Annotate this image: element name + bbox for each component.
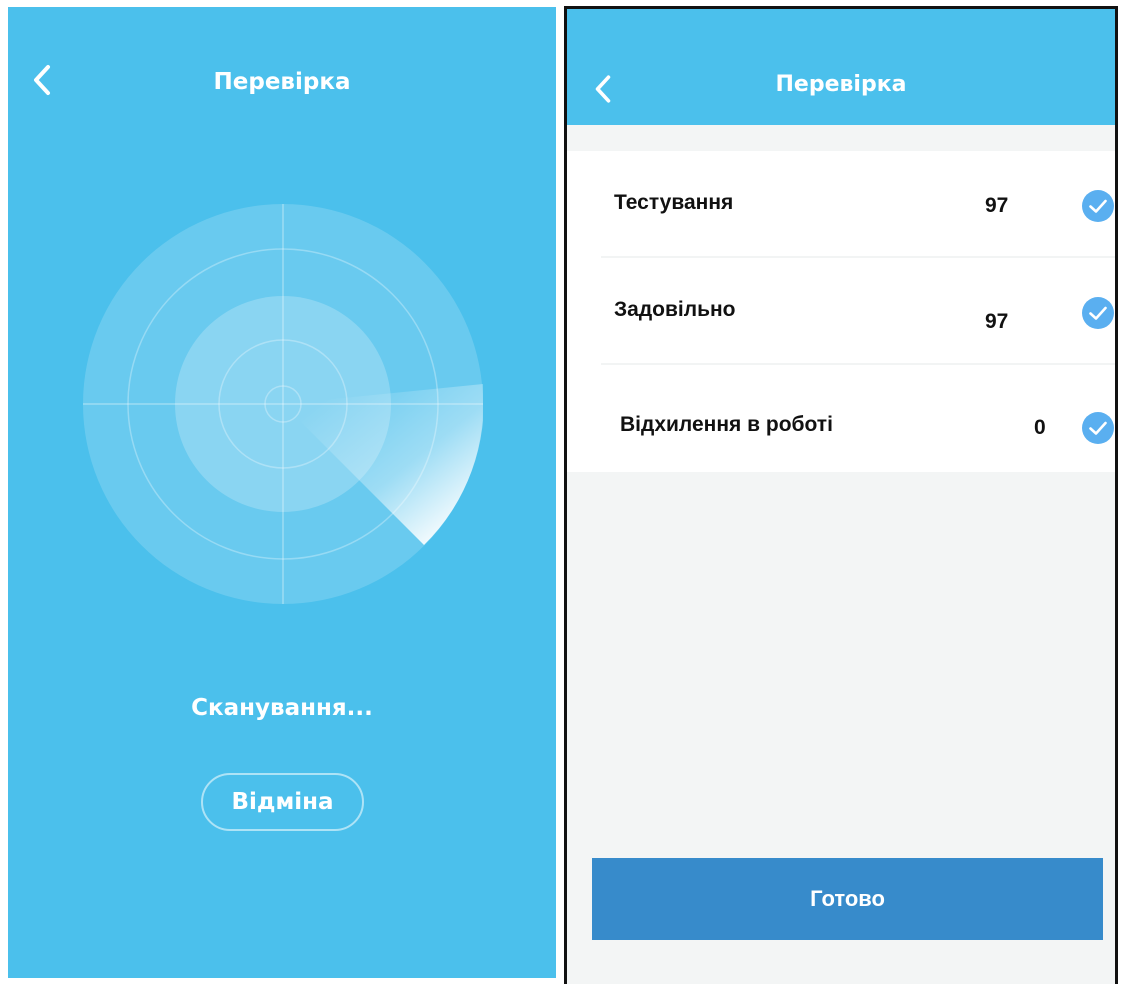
scan-status-text: Сканування...	[191, 695, 373, 721]
result-label: Тестування	[614, 191, 734, 214]
result-list: Тестування 97 Задовільно 97 Відхилення в…	[567, 151, 1115, 472]
list-item: Задовільно 97	[567, 258, 1115, 365]
check-circle-icon	[1082, 190, 1114, 222]
check-circle-icon	[1082, 297, 1114, 329]
list-item: Тестування 97	[567, 151, 1115, 258]
scan-screen: Перевірка Сканування... Відміна	[8, 7, 556, 978]
done-button[interactable]: Готово	[592, 858, 1103, 940]
result-value: 0	[1034, 416, 1046, 439]
result-label: Відхилення в роботі	[620, 413, 833, 436]
check-circle-icon	[1082, 412, 1114, 444]
list-item: Відхилення в роботі 0	[567, 365, 1115, 472]
radar-graphic	[83, 204, 483, 604]
page-title: Перевірка	[213, 69, 351, 95]
cancel-button[interactable]: Відміна	[201, 773, 364, 831]
result-value: 97	[985, 194, 1009, 217]
header-bar: Перевірка	[567, 9, 1115, 125]
result-value: 97	[985, 310, 1009, 333]
result-screen: Перевірка Тестування 97 Задовільно 97 Ві…	[564, 6, 1118, 984]
page-title: Перевірка	[775, 72, 907, 97]
result-label: Задовільно	[614, 298, 736, 321]
